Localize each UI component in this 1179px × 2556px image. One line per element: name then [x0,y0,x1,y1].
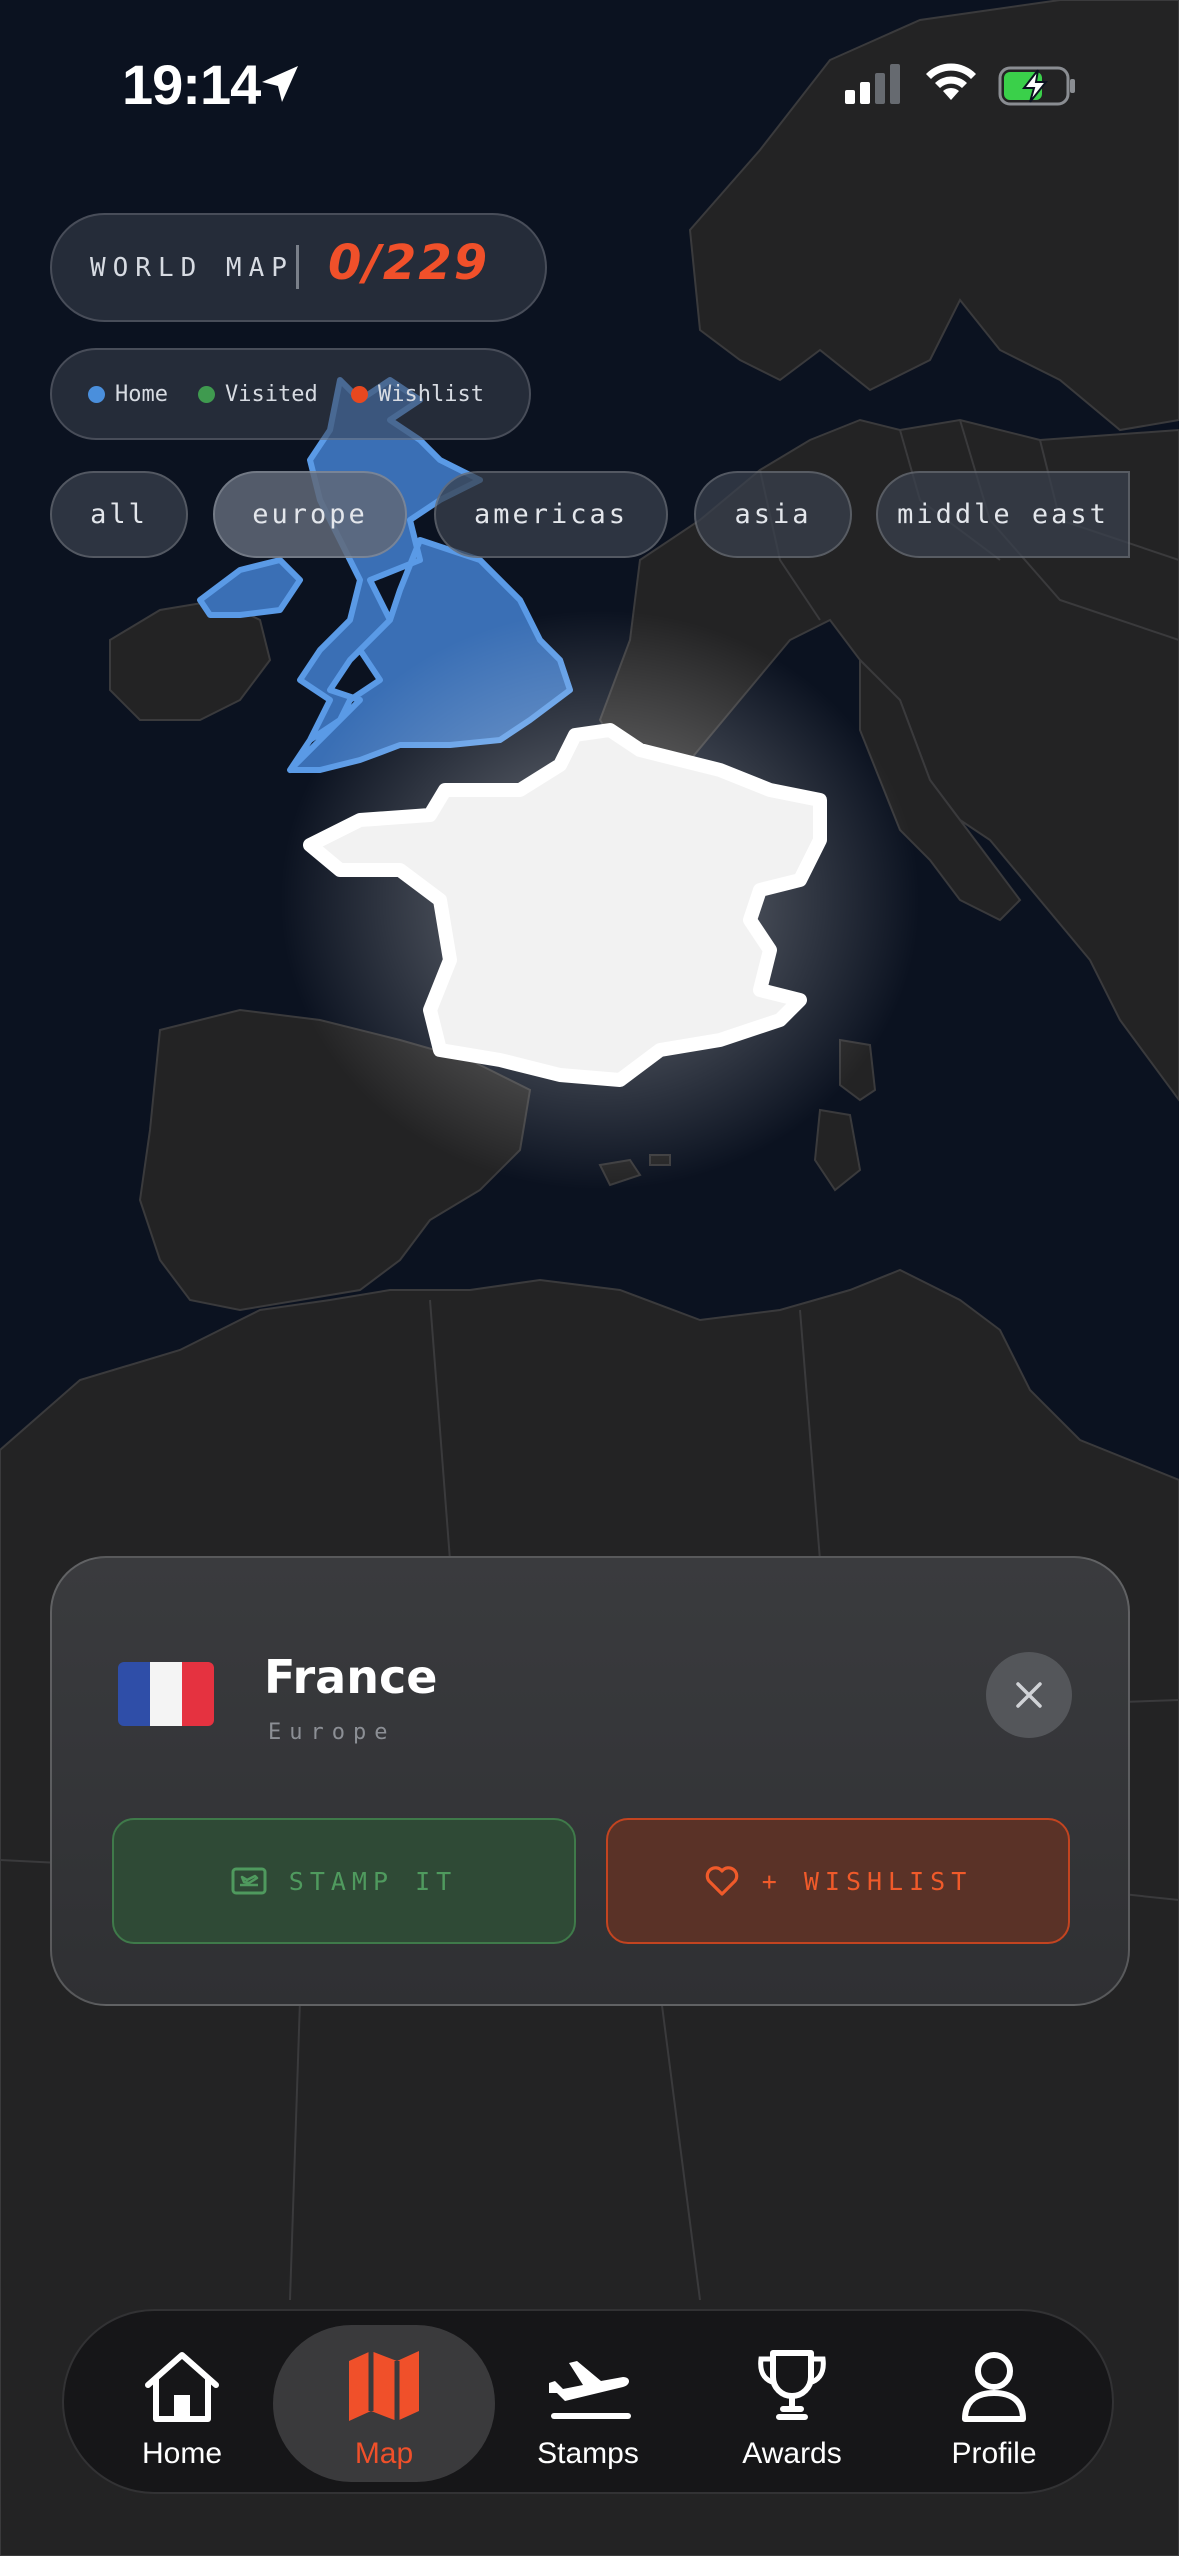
tab-map-label: Map [354,2437,414,2470]
tab-stamps-label: Stamps [537,2437,639,2470]
cellular-signal-icon [845,64,900,104]
legend-visited: Visited [198,382,318,407]
legend-home: Home [88,382,168,407]
country-name: France [264,1650,438,1704]
filter-americas[interactable]: americas [434,471,668,558]
heart-icon [705,1866,739,1896]
tab-home-label: Home [141,2437,223,2470]
wifi-icon [926,63,976,100]
trophy-icon [758,2350,826,2420]
visited-count: 0/229 [328,235,490,291]
status-bar: 19:14 [0,0,1179,150]
map-title-pill: WORLD MAP 0/229 [50,213,547,322]
country-region: Europe [268,1720,396,1745]
tab-awards-label: Awards [742,2437,842,2470]
status-time: 19:14 [122,53,261,116]
battery-charging-icon [998,66,1075,106]
country-card: France Europe STAMP IT + WISHLIST [50,1556,1130,2006]
wishlist-dot-icon [351,386,368,403]
map-legend: Home Visited Wishlist [50,348,531,440]
location-arrow-icon [262,66,298,102]
stamp-it-button[interactable]: STAMP IT [112,1818,576,1944]
tab-home[interactable]: Home [82,2325,282,2482]
flag-france-icon [118,1662,214,1726]
tab-profile[interactable]: Profile [894,2325,1094,2482]
wishlist-label: + WISHLIST [761,1866,973,1896]
tab-map[interactable]: Map [273,2325,495,2482]
legend-wishlist: Wishlist [351,382,484,407]
tab-profile-label: Profile [951,2437,1037,2470]
tab-bar: Home Map Stamps Awards Profile [62,2309,1114,2494]
house-icon [145,2352,219,2422]
person-icon [962,2352,1026,2422]
title-divider [296,245,299,289]
ticket-plane-icon [231,1867,267,1895]
home-dot-icon [88,386,105,403]
filter-all[interactable]: all [50,471,188,558]
stamp-it-label: STAMP IT [288,1866,458,1896]
close-button[interactable] [986,1652,1072,1738]
filter-europe[interactable]: europe [213,471,407,558]
filter-middle-east[interactable]: middle east [876,471,1130,558]
visited-dot-icon [198,386,215,403]
add-wishlist-button[interactable]: + WISHLIST [606,1818,1070,1944]
airplane-icon [549,2361,631,2419]
map-title: WORLD MAP [90,253,294,283]
tab-awards[interactable]: Awards [692,2325,892,2482]
map-icon [349,2351,419,2421]
close-icon [1016,1682,1042,1708]
filter-asia[interactable]: asia [694,471,852,558]
tab-stamps[interactable]: Stamps [488,2325,688,2482]
